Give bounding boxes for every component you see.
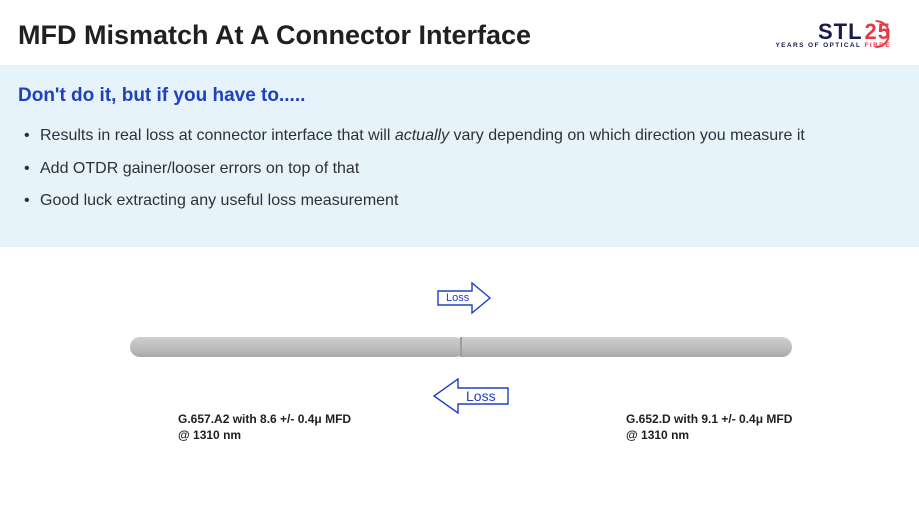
left-fiber-spec: G.657.A2 with 8.6 +/- 0.4μ MFD @ 1310 nm	[178, 411, 398, 443]
bullet-list: Results in real loss at connector interf…	[18, 125, 895, 212]
arrow-left-label: Loss	[466, 388, 496, 404]
loss-arrow-right: Loss	[436, 281, 492, 315]
arrow-right-label: Loss	[446, 292, 469, 304]
subtitle: Don't do it, but if you have to.....	[18, 85, 895, 107]
list-item: Good luck extracting any useful loss mea…	[24, 190, 895, 212]
logo-number: 25	[865, 21, 891, 43]
slide-header: MFD Mismatch At A Connector Interface ST…	[0, 0, 919, 65]
logo-main: STL25	[818, 21, 891, 43]
logo-text: STL	[818, 21, 863, 43]
fiber-diagram: Loss Loss G.657.A2 with 8.6 +/- 0.4μ MFD…	[0, 281, 919, 471]
fiber-left	[130, 337, 465, 357]
right-fiber-spec: G.652.D with 9.1 +/- 0.4μ MFD @ 1310 nm	[626, 411, 846, 443]
fiber-interface	[460, 337, 462, 357]
brand-logo: STL25 YEARS OF OPTICAL FIBRE	[775, 21, 891, 50]
content-panel: Don't do it, but if you have to..... Res…	[0, 65, 919, 247]
loss-arrow-left: Loss	[432, 377, 510, 415]
fiber-right	[460, 337, 792, 357]
page-title: MFD Mismatch At A Connector Interface	[18, 20, 531, 51]
logo-tagline: YEARS OF OPTICAL FIBRE	[775, 43, 891, 50]
list-item: Results in real loss at connector interf…	[24, 125, 895, 147]
list-item: Add OTDR gainer/looser errors on top of …	[24, 158, 895, 180]
